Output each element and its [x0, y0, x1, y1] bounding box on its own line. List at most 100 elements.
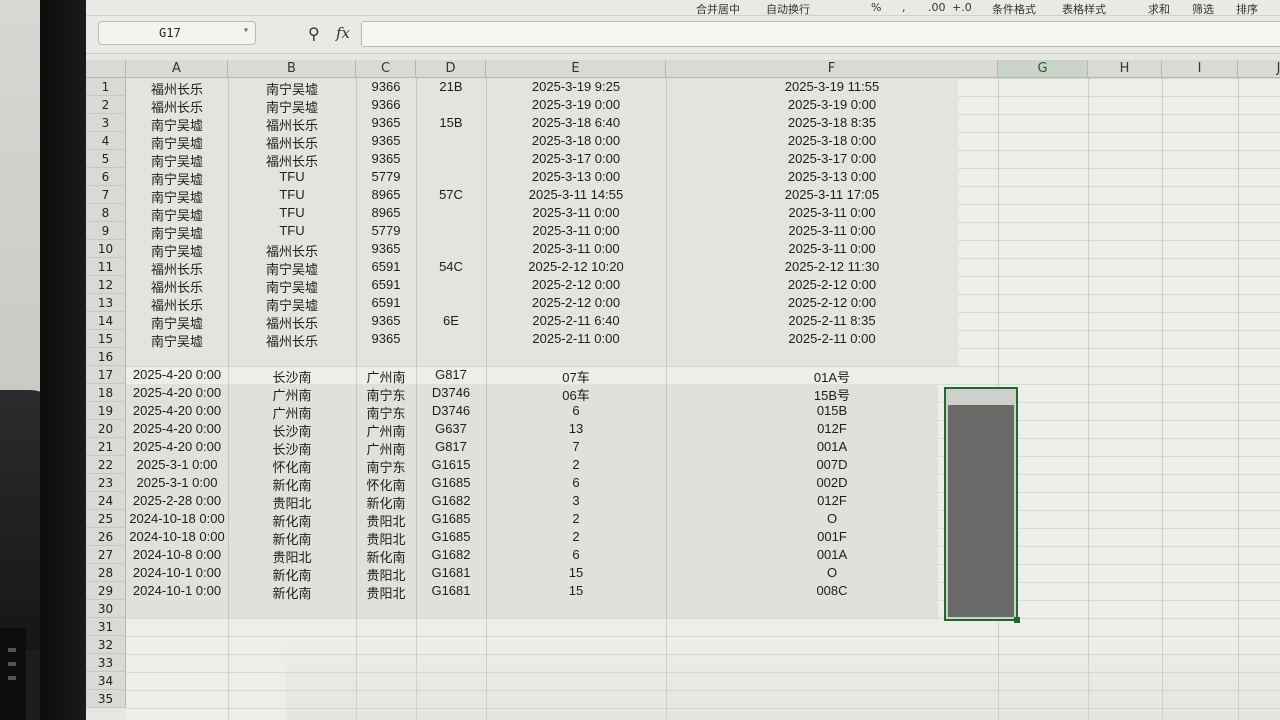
cell-c12[interactable]: 6591	[356, 277, 416, 292]
row-header-33[interactable]: 33	[86, 654, 126, 672]
cell-e19[interactable]: 6	[486, 403, 666, 418]
cell-c18[interactable]: 南宁东	[356, 385, 416, 404]
cell-b2[interactable]: 南宁吴墟	[228, 97, 356, 116]
cell-c11[interactable]: 6591	[356, 259, 416, 274]
row-header-5[interactable]: 5	[86, 150, 126, 168]
cell-a21[interactable]: 2025-4-20 0:00	[126, 439, 228, 454]
cell-b14[interactable]: 福州长乐	[228, 313, 356, 332]
row-header-35[interactable]: 35	[86, 690, 126, 708]
cell-b24[interactable]: 贵阳北	[228, 493, 356, 512]
cell-e12[interactable]: 2025-2-12 0:00	[486, 277, 666, 292]
cell-e14[interactable]: 2025-2-11 6:40	[486, 313, 666, 328]
row-header-9[interactable]: 9	[86, 222, 126, 240]
row-header-32[interactable]: 32	[86, 636, 126, 654]
cell-d26[interactable]: G1685	[416, 529, 486, 544]
cell-d28[interactable]: G1681	[416, 565, 486, 580]
cell-e20[interactable]: 13	[486, 421, 666, 436]
cell-c3[interactable]: 9365	[356, 115, 416, 130]
row-header-27[interactable]: 27	[86, 546, 126, 564]
cell-e10[interactable]: 2025-3-11 0:00	[486, 241, 666, 256]
cell-a9[interactable]: 南宁吴墟	[126, 223, 228, 242]
cell-c10[interactable]: 9365	[356, 241, 416, 256]
cell-f2[interactable]: 2025-3-19 0:00	[666, 97, 998, 112]
cell-e24[interactable]: 3	[486, 493, 666, 508]
row-header-3[interactable]: 3	[86, 114, 126, 132]
cell-d25[interactable]: G1685	[416, 511, 486, 526]
cell-b22[interactable]: 怀化南	[228, 457, 356, 476]
cell-a7[interactable]: 南宁吴墟	[126, 187, 228, 206]
cell-b27[interactable]: 贵阳北	[228, 547, 356, 566]
cell-e9[interactable]: 2025-3-11 0:00	[486, 223, 666, 238]
row-header-8[interactable]: 8	[86, 204, 126, 222]
cell-f9[interactable]: 2025-3-11 0:00	[666, 223, 998, 238]
row-header-16[interactable]: 16	[86, 348, 126, 366]
row-header-1[interactable]: 1	[86, 78, 126, 96]
name-box[interactable]: G17 ▾	[98, 21, 256, 45]
cell-c8[interactable]: 8965	[356, 205, 416, 220]
cell-d7[interactable]: 57C	[416, 187, 486, 202]
sort-button[interactable]: 排序	[1236, 1, 1258, 17]
column-header-b[interactable]: B	[228, 60, 356, 78]
cell-b3[interactable]: 福州长乐	[228, 115, 356, 134]
cell-c23[interactable]: 怀化南	[356, 475, 416, 494]
cell-e21[interactable]: 7	[486, 439, 666, 454]
row-header-10[interactable]: 10	[86, 240, 126, 258]
cell-d1[interactable]: 21B	[416, 79, 486, 94]
row-header-24[interactable]: 24	[86, 492, 126, 510]
row-header-26[interactable]: 26	[86, 528, 126, 546]
cell-f1[interactable]: 2025-3-19 11:55	[666, 79, 998, 94]
cell-a11[interactable]: 福州长乐	[126, 259, 228, 278]
cell-d27[interactable]: G1682	[416, 547, 486, 562]
cell-a17[interactable]: 2025-4-20 0:00	[126, 367, 228, 382]
cell-a8[interactable]: 南宁吴墟	[126, 205, 228, 224]
cell-d14[interactable]: 6E	[416, 313, 486, 328]
cell-f5[interactable]: 2025-3-17 0:00	[666, 151, 998, 166]
row-header-34[interactable]: 34	[86, 672, 126, 690]
formula-input[interactable]	[361, 21, 1280, 47]
column-header-e[interactable]: E	[486, 60, 666, 78]
cell-a22[interactable]: 2025-3-1 0:00	[126, 457, 228, 472]
cell-a29[interactable]: 2024-10-1 0:00	[126, 583, 228, 598]
cell-b8[interactable]: TFU	[228, 205, 356, 220]
cell-a10[interactable]: 南宁吴墟	[126, 241, 228, 260]
cell-b28[interactable]: 新化南	[228, 565, 356, 584]
row-header-21[interactable]: 21	[86, 438, 126, 456]
cell-e6[interactable]: 2025-3-13 0:00	[486, 169, 666, 184]
chevron-down-icon[interactable]: ▾	[243, 25, 249, 36]
cell-c26[interactable]: 贵阳北	[356, 529, 416, 548]
row-header-29[interactable]: 29	[86, 582, 126, 600]
cell-a28[interactable]: 2024-10-1 0:00	[126, 565, 228, 580]
row-header-11[interactable]: 11	[86, 258, 126, 276]
cell-d3[interactable]: 15B	[416, 115, 486, 130]
row-header-30[interactable]: 30	[86, 600, 126, 618]
row-header-22[interactable]: 22	[86, 456, 126, 474]
cell-f10[interactable]: 2025-3-11 0:00	[666, 241, 998, 256]
cell-a6[interactable]: 南宁吴墟	[126, 169, 228, 188]
cell-a1[interactable]: 福州长乐	[126, 79, 228, 98]
cell-a23[interactable]: 2025-3-1 0:00	[126, 475, 228, 490]
cell-a20[interactable]: 2025-4-20 0:00	[126, 421, 228, 436]
cell-f13[interactable]: 2025-2-12 0:00	[666, 295, 998, 310]
cell-b9[interactable]: TFU	[228, 223, 356, 238]
cell-c13[interactable]: 6591	[356, 295, 416, 310]
row-header-28[interactable]: 28	[86, 564, 126, 582]
row-header-23[interactable]: 23	[86, 474, 126, 492]
cell-f6[interactable]: 2025-3-13 0:00	[666, 169, 998, 184]
cell-c2[interactable]: 9366	[356, 97, 416, 112]
cell-e25[interactable]: 2	[486, 511, 666, 526]
cell-e18[interactable]: 06车	[486, 385, 666, 404]
cell-e15[interactable]: 2025-2-11 0:00	[486, 331, 666, 346]
cell-c20[interactable]: 广州南	[356, 421, 416, 440]
column-header-d[interactable]: D	[416, 60, 486, 78]
cell-f4[interactable]: 2025-3-18 0:00	[666, 133, 998, 148]
cell-a27[interactable]: 2024-10-8 0:00	[126, 547, 228, 562]
column-header-a[interactable]: A	[126, 60, 228, 78]
cell-b23[interactable]: 新化南	[228, 475, 356, 494]
cell-c7[interactable]: 8965	[356, 187, 416, 202]
cell-a25[interactable]: 2024-10-18 0:00	[126, 511, 228, 526]
cell-f7[interactable]: 2025-3-11 17:05	[666, 187, 998, 202]
cell-f12[interactable]: 2025-2-12 0:00	[666, 277, 998, 292]
cell-e28[interactable]: 15	[486, 565, 666, 580]
cell-e22[interactable]: 2	[486, 457, 666, 472]
cell-b29[interactable]: 新化南	[228, 583, 356, 602]
